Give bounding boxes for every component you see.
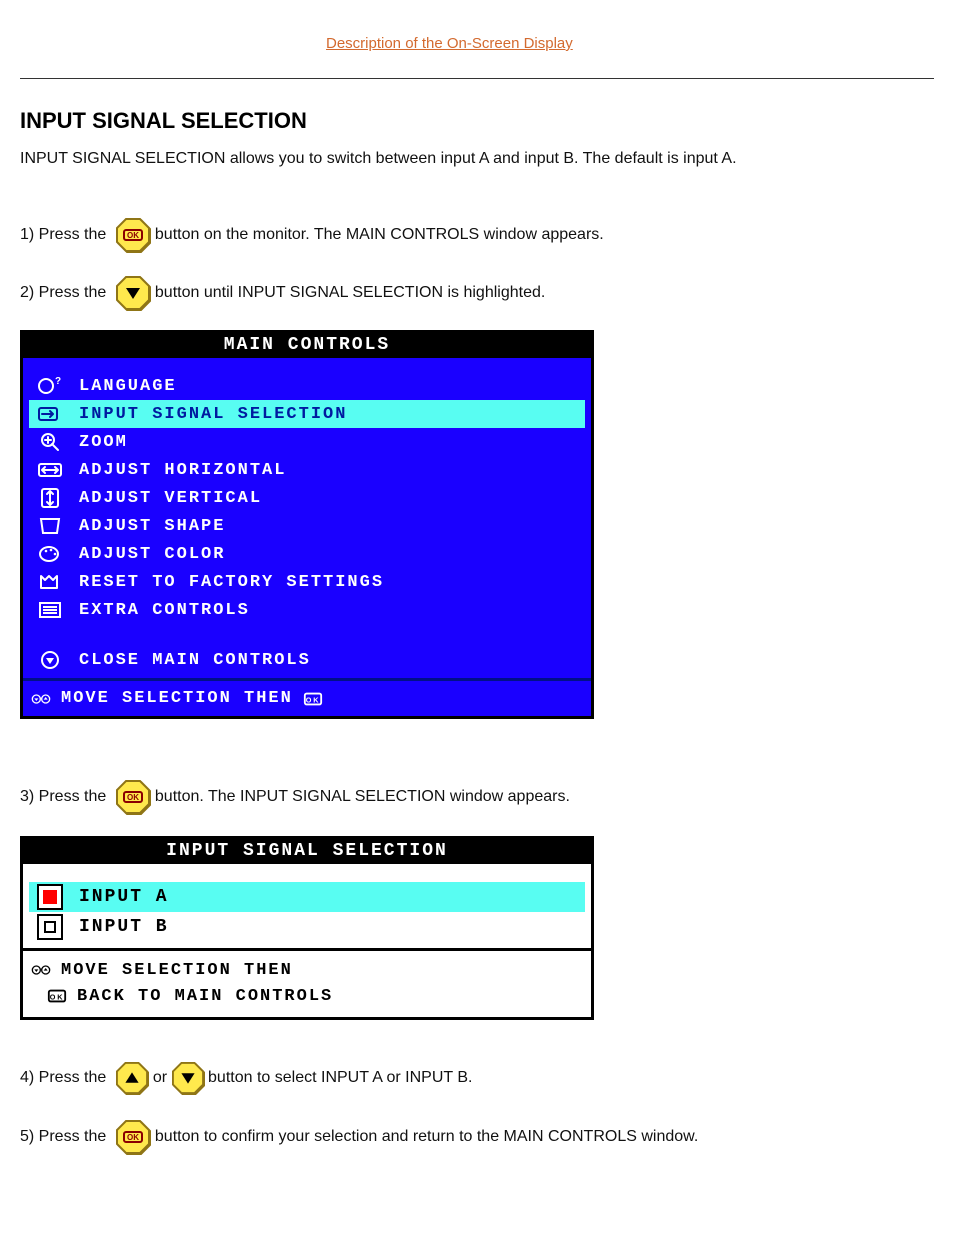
- adjust-vertical-icon: [33, 487, 67, 509]
- step-5: 5) Press the OK button to confirm your s…: [20, 1120, 914, 1154]
- updown-icon: [31, 691, 51, 707]
- osd-description-link[interactable]: Description of the On-Screen Display: [326, 35, 573, 52]
- osd-item-label: ADJUST HORIZONTAL: [79, 461, 286, 480]
- osd-item-label: RESET TO FACTORY SETTINGS: [79, 573, 384, 592]
- osd-item-close[interactable]: CLOSE MAIN CONTROLS: [29, 646, 585, 674]
- step-4: 4) Press the or button to select INPUT A…: [20, 1062, 914, 1094]
- zoom-icon: [33, 431, 67, 453]
- ok-mini-icon: OK: [303, 691, 323, 707]
- adjust-horizontal-icon: [33, 459, 67, 481]
- language-icon: ?: [33, 375, 67, 397]
- osd-item-label: ADJUST SHAPE: [79, 517, 225, 536]
- osd-item-adjust-horizontal[interactable]: ADJUST HORIZONTAL: [29, 456, 585, 484]
- osd-main-controls: MAIN CONTROLS ? LANGUAGE INPUT SIGNAL SE…: [20, 330, 594, 719]
- step-4-mid: or: [153, 1069, 172, 1086]
- svg-text:OK: OK: [127, 1133, 139, 1142]
- osd-item-input-signal[interactable]: INPUT SIGNAL SELECTION: [29, 400, 585, 428]
- svg-text:OK: OK: [50, 993, 65, 1002]
- ok-button-icon: OK: [116, 1120, 150, 1154]
- updown-icon: [31, 962, 51, 978]
- osd-sel-input-a[interactable]: INPUT A: [29, 882, 585, 912]
- osd-item-adjust-color[interactable]: ADJUST COLOR: [29, 540, 585, 568]
- input-signal-icon: [33, 403, 67, 425]
- osd-item-label: EXTRA CONTROLS: [79, 601, 250, 620]
- osd-item-adjust-vertical[interactable]: ADJUST VERTICAL: [29, 484, 585, 512]
- osd-item-adjust-shape[interactable]: ADJUST SHAPE: [29, 512, 585, 540]
- osd-sel-footer1: MOVE SELECTION THEN: [61, 961, 293, 980]
- osd-sel-body: INPUT A INPUT B: [23, 864, 591, 948]
- osd-item-label: ZOOM: [79, 433, 128, 452]
- ok-mini-icon: OK: [47, 988, 67, 1004]
- osd-main-body: ? LANGUAGE INPUT SIGNAL SELECTION ZOOM A…: [23, 358, 591, 678]
- down-button-icon: [116, 276, 150, 310]
- step-1: 1) Press the OK button on the monitor. T…: [20, 218, 914, 252]
- osd-sel-footer2: BACK TO MAIN CONTROLS: [77, 987, 333, 1006]
- step-4-after: button to select INPUT A or INPUT B.: [208, 1069, 472, 1086]
- step-5-num: 5) Press the: [20, 1123, 112, 1150]
- step-2: 2) Press the button until INPUT SIGNAL S…: [20, 276, 914, 310]
- svg-text:OK: OK: [127, 231, 139, 240]
- step-4-num: 4) Press the: [20, 1064, 112, 1091]
- divider: [20, 78, 934, 79]
- osd-sel-title: INPUT SIGNAL SELECTION: [23, 839, 591, 864]
- osd-item-label: ADJUST COLOR: [79, 545, 225, 564]
- input-b-marker-icon: [33, 916, 67, 938]
- osd-item-language[interactable]: ? LANGUAGE: [29, 372, 585, 400]
- osd-sel-footer: MOVE SELECTION THEN OK BACK TO MAIN CONT…: [23, 948, 591, 1017]
- adjust-shape-icon: [33, 515, 67, 537]
- ok-button-icon: OK: [116, 218, 150, 252]
- osd-item-label: ADJUST VERTICAL: [79, 489, 262, 508]
- step-1-after: button on the monitor. The MAIN CONTROLS…: [155, 226, 604, 243]
- step-3: 3) Press the OK button. The INPUT SIGNAL…: [20, 780, 914, 814]
- osd-sel-label: INPUT B: [79, 917, 169, 937]
- ok-button-icon: OK: [116, 780, 150, 814]
- input-a-marker-icon: [33, 886, 67, 908]
- osd-item-label: CLOSE MAIN CONTROLS: [79, 651, 311, 670]
- step-3-after: button. The INPUT SIGNAL SELECTION windo…: [155, 788, 570, 805]
- extra-controls-icon: [33, 599, 67, 621]
- reset-icon: [33, 571, 67, 593]
- svg-text:?: ?: [55, 376, 63, 387]
- step-2-after: button until INPUT SIGNAL SELECTION is h…: [155, 284, 545, 301]
- osd-item-zoom[interactable]: ZOOM: [29, 428, 585, 456]
- osd-item-reset[interactable]: RESET TO FACTORY SETTINGS: [29, 568, 585, 596]
- adjust-color-icon: [33, 543, 67, 565]
- close-down-icon: [33, 649, 67, 671]
- page-title: INPUT SIGNAL SELECTION: [20, 108, 307, 134]
- step-5-after: button to confirm your selection and ret…: [155, 1128, 698, 1145]
- step-2-num: 2) Press the: [20, 279, 112, 306]
- osd-footer-label: MOVE SELECTION THEN: [61, 689, 293, 708]
- osd-main-title: MAIN CONTROLS: [23, 333, 591, 358]
- svg-text:OK: OK: [306, 695, 321, 704]
- osd-main-footer: MOVE SELECTION THEN OK: [23, 678, 591, 716]
- step-1-num: 1) Press the: [20, 221, 112, 248]
- osd-item-label: INPUT SIGNAL SELECTION: [79, 405, 347, 424]
- osd-sel-input-b[interactable]: INPUT B: [29, 912, 585, 942]
- up-button-icon: [116, 1062, 148, 1094]
- osd-item-extra-controls[interactable]: EXTRA CONTROLS: [29, 596, 585, 624]
- step-3-num: 3) Press the: [20, 783, 112, 810]
- osd-input-signal-selection: INPUT SIGNAL SELECTION INPUT A INPUT B M…: [20, 836, 594, 1020]
- svg-text:OK: OK: [127, 793, 139, 802]
- osd-sel-label: INPUT A: [79, 887, 169, 907]
- page-intro: INPUT SIGNAL SELECTION allows you to swi…: [20, 145, 914, 172]
- down-button-icon: [172, 1062, 204, 1094]
- osd-item-label: LANGUAGE: [79, 377, 177, 396]
